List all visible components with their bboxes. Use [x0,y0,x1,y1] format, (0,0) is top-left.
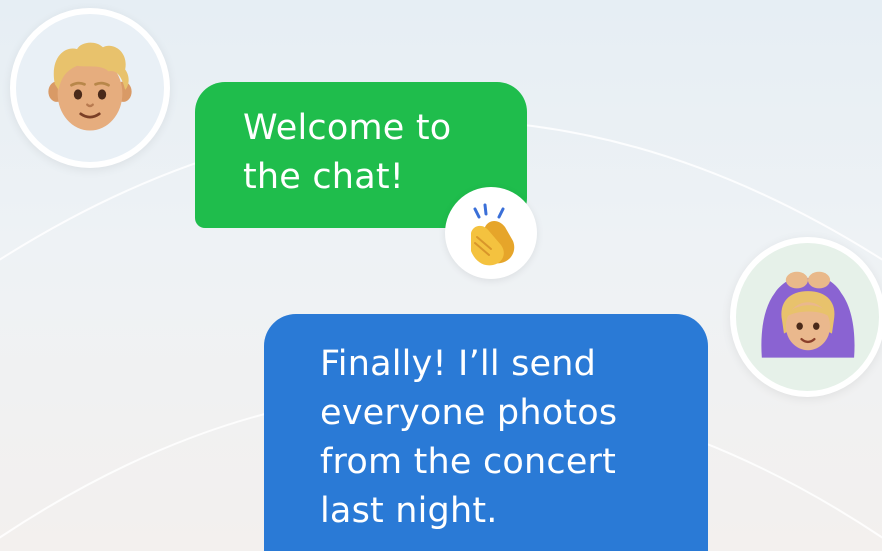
outgoing-message-bubble[interactable]: Finally! I’ll send everyone photos from … [264,314,708,551]
avatar-boy[interactable] [10,8,170,168]
avatar-girl[interactable] [730,237,882,397]
message-text-line: Welcome to [243,108,452,148]
clapping-hands-icon [471,203,515,266]
message-text-line: everyone photos [320,393,618,433]
woman-gesturing-ok-emoji-icon [761,271,855,358]
blond-boy-emoji-icon [48,42,132,131]
reaction-badge[interactable] [445,187,537,279]
message-text-line: last night. [320,491,498,531]
message-text-line: Finally! I’ll send [320,344,597,384]
message-text-line: from the concert [320,442,617,482]
